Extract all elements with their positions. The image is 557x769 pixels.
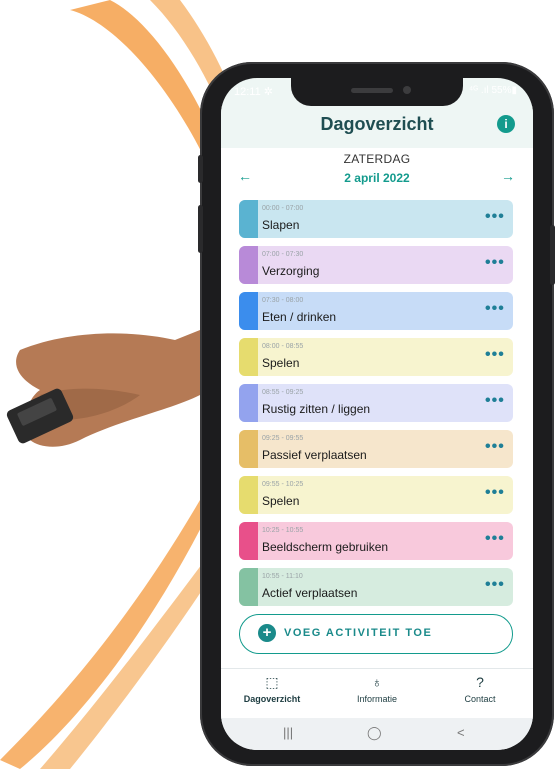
activity-item[interactable]: 09:55 - 10:25 Spelen ••• <box>239 476 513 514</box>
app-screen: 12:11 ✲ ⁴ᴳ .ıl 55%▮ Dagoverzicht i ZATER… <box>221 78 533 750</box>
android-nav-bar: ||| ◯ < <box>221 718 533 750</box>
activity-name: Beeldscherm gebruiken <box>262 540 389 554</box>
speaker-grille <box>351 88 393 93</box>
activity-time: 10:25 - 10:55 <box>262 527 304 534</box>
more-options-icon[interactable]: ••• <box>485 254 505 272</box>
activity-name: Passief verplaatsen <box>262 448 367 462</box>
activity-name: Eten / drinken <box>262 310 337 324</box>
activity-color-stripe <box>239 384 258 422</box>
activity-name: Spelen <box>262 494 300 508</box>
status-indicators: ⁴ᴳ .ıl 55%▮ <box>468 85 517 96</box>
calendar-icon: ⬚ <box>265 674 279 690</box>
tab-informatie[interactable]: ♁ Informatie <box>332 674 422 704</box>
recents-icon[interactable]: ||| <box>283 725 293 740</box>
more-options-icon[interactable]: ••• <box>485 438 505 456</box>
phone-volume-button <box>198 205 203 253</box>
activity-name: Spelen <box>262 356 300 370</box>
more-options-icon[interactable]: ••• <box>485 530 505 548</box>
activity-item[interactable]: 09:25 - 09:55 Passief verplaatsen ••• <box>239 430 513 468</box>
activity-item[interactable]: 00:00 - 07:00 Slapen ••• <box>239 200 513 238</box>
activity-item[interactable]: 10:55 - 11:10 Actief verplaatsen ••• <box>239 568 513 606</box>
date-label: 2 april 2022 <box>344 171 410 185</box>
orange-brush-stroke-bottom <box>0 500 210 769</box>
add-activity-button[interactable]: + VOEG ACTIVITEIT TOE <box>239 614 513 654</box>
status-time: 12:11 ✲ <box>234 86 273 98</box>
activity-color-stripe <box>239 200 258 238</box>
add-activity-label: VOEG ACTIVITEIT TOE <box>284 627 433 639</box>
activity-name: Actief verplaatsen <box>262 586 358 600</box>
activity-time: 07:30 - 08:00 <box>262 297 304 304</box>
activity-item[interactable]: 08:55 - 09:25 Rustig zitten / liggen ••• <box>239 384 513 422</box>
activity-name: Verzorging <box>262 264 320 278</box>
lightbulb-icon: ♁ <box>371 674 383 690</box>
phone-side-button <box>198 155 203 183</box>
activity-name: Slapen <box>262 218 300 232</box>
more-options-icon[interactable]: ••• <box>485 484 505 502</box>
front-camera <box>403 86 411 94</box>
app-header: Dagoverzicht i <box>221 106 533 148</box>
activity-time: 08:00 - 08:55 <box>262 343 304 350</box>
activity-time: 08:55 - 09:25 <box>262 389 304 396</box>
activity-item[interactable]: 07:30 - 08:00 Eten / drinken ••• <box>239 292 513 330</box>
info-icon[interactable]: i <box>497 115 515 133</box>
phone-power-button <box>550 225 555 285</box>
camera-notch <box>291 78 463 106</box>
activity-time: 00:00 - 07:00 <box>262 205 304 212</box>
activity-time: 07:00 - 07:30 <box>262 251 304 258</box>
activity-color-stripe <box>239 430 258 468</box>
activity-color-stripe <box>239 568 258 606</box>
hand-holding-sensor <box>6 330 201 447</box>
activity-time: 09:55 - 10:25 <box>262 481 304 488</box>
plus-icon: + <box>258 624 276 642</box>
activity-color-stripe <box>239 292 258 330</box>
weekday-label: ZATERDAG <box>343 152 411 166</box>
more-options-icon[interactable]: ••• <box>485 576 505 594</box>
activity-time: 10:55 - 11:10 <box>262 573 303 580</box>
more-options-icon[interactable]: ••• <box>485 300 505 318</box>
activity-item[interactable]: 08:00 - 08:55 Spelen ••• <box>239 338 513 376</box>
tab-label: Informatie <box>356 694 398 704</box>
orange-brush-stroke-bottom-2 <box>40 560 212 769</box>
activity-item[interactable]: 10:25 - 10:55 Beeldscherm gebruiken ••• <box>239 522 513 560</box>
activity-time: 09:25 - 09:55 <box>262 435 304 442</box>
activity-color-stripe <box>239 476 258 514</box>
tab-dagoverzicht[interactable]: ⬚ Dagoverzicht <box>227 674 317 704</box>
tab-label: Dagoverzicht <box>243 694 301 704</box>
tab-contact[interactable]: ? Contact <box>435 674 525 704</box>
back-icon[interactable]: < <box>457 725 465 740</box>
home-icon[interactable]: ◯ <box>367 725 382 741</box>
tab-label: Contact <box>464 694 496 704</box>
activity-color-stripe <box>239 246 258 284</box>
bottom-tab-bar: ⬚ Dagoverzicht ♁ Informatie ? Contact <box>221 668 533 719</box>
activity-color-stripe <box>239 338 258 376</box>
more-options-icon[interactable]: ••• <box>485 346 505 364</box>
more-options-icon[interactable]: ••• <box>485 208 505 226</box>
page-title: Dagoverzicht <box>320 114 434 134</box>
activity-item[interactable]: 07:00 - 07:30 Verzorging ••• <box>239 246 513 284</box>
activity-name: Rustig zitten / liggen <box>262 402 371 416</box>
more-options-icon[interactable]: ••• <box>485 392 505 410</box>
help-icon: ? <box>476 674 484 690</box>
day-overview-content: ZATERDAG ← 2 april 2022 → 00:00 - 07:00 … <box>221 148 533 668</box>
activity-color-stripe <box>239 522 258 560</box>
next-day-arrow-icon[interactable]: → <box>501 168 515 184</box>
